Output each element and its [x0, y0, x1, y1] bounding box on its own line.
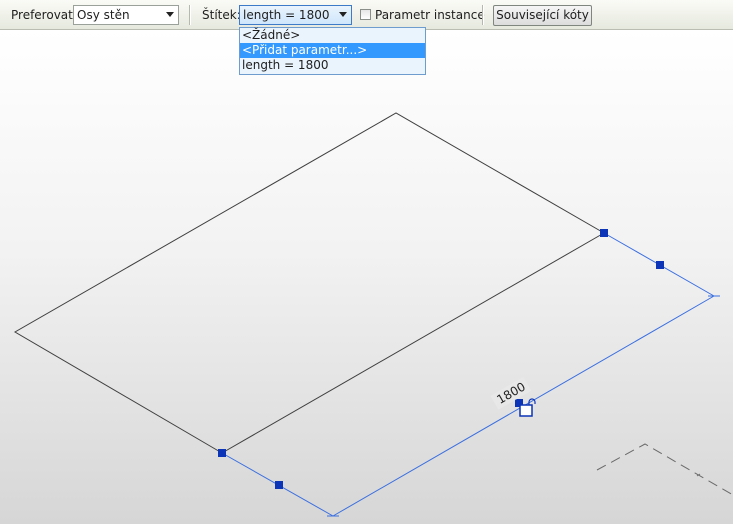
- instance-parameter-checkbox[interactable]: [360, 9, 371, 20]
- grip-handle[interactable]: [218, 449, 226, 457]
- grip-handle[interactable]: [656, 261, 664, 269]
- instance-parameter-label: Parametr instance: [375, 8, 485, 22]
- chevron-down-icon: [166, 12, 174, 17]
- tag-label: Štítek:: [202, 8, 241, 22]
- dropdown-item-length[interactable]: length = 1800: [240, 58, 425, 73]
- dropdown-item-add-parameter[interactable]: <Přidat parametr...>: [240, 43, 425, 58]
- prefer-combo[interactable]: Osy stěn: [73, 5, 179, 25]
- prefer-label: Preferovat:: [11, 8, 77, 22]
- canvas-svg: 1800: [14, 112, 733, 517]
- tag-combo[interactable]: length = 1800: [239, 5, 352, 25]
- dropdown-item-none[interactable]: <Žádné>: [240, 28, 425, 43]
- prefer-value: Osy stěn: [77, 8, 130, 22]
- hidden-element-outline: [596, 443, 733, 496]
- options-bar: Preferovat: Osy stěn Štítek: length = 18…: [0, 0, 733, 30]
- chevron-down-icon: [339, 12, 347, 17]
- grip-handle[interactable]: [275, 481, 283, 489]
- toolbar-separator: [189, 5, 190, 25]
- tag-dropdown-list: <Žádné> <Přidat parametr...> length = 18…: [239, 27, 426, 75]
- toolbar-separator: [482, 5, 483, 25]
- floor-edge[interactable]: [221, 232, 605, 454]
- grip-handle[interactable]: [600, 229, 608, 237]
- tag-value: length = 1800: [243, 8, 330, 22]
- drawing-canvas[interactable]: 1800: [0, 30, 733, 524]
- related-dimensions-button[interactable]: Související kóty: [493, 5, 592, 26]
